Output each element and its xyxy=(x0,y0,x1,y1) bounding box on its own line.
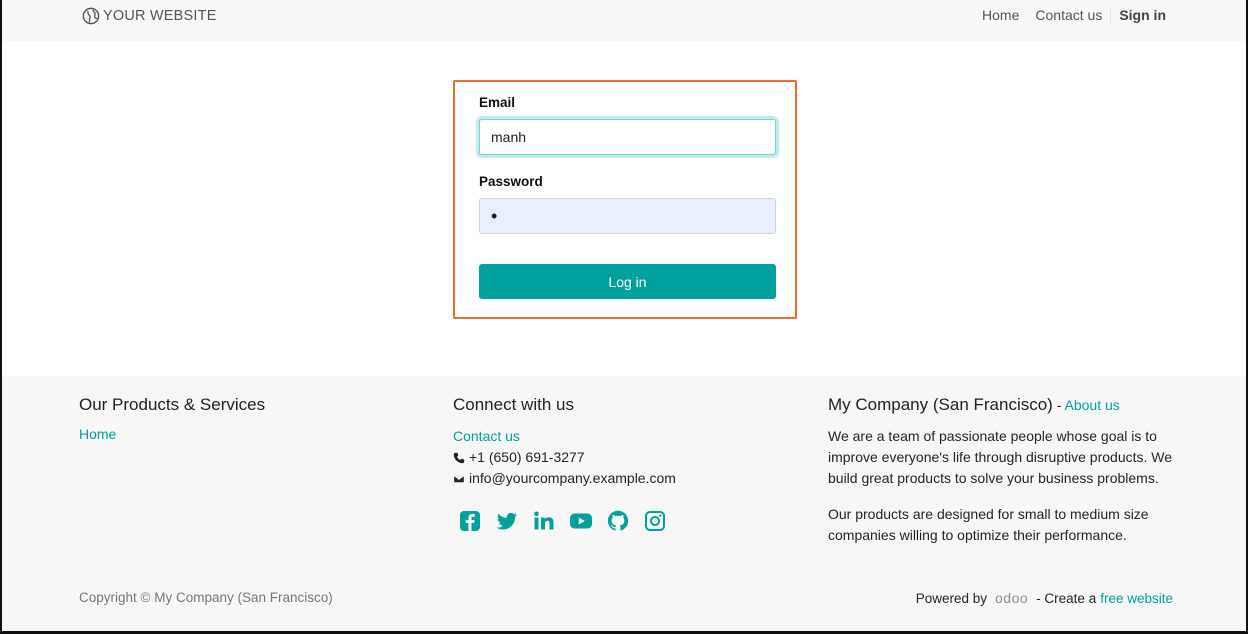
email-label: Email xyxy=(479,95,516,110)
connect-heading: Connect with us xyxy=(453,395,574,414)
nav-home-link[interactable]: Home xyxy=(974,7,1027,23)
company-description: We are a team of passionate people whose… xyxy=(828,428,1173,486)
linkedin-icon[interactable] xyxy=(532,509,556,533)
footer-contact-link[interactable]: Contact us xyxy=(453,426,520,447)
email-line: info@yourcompany.example.com xyxy=(453,468,676,489)
powered-by: Powered by odoo - Create a free website xyxy=(916,590,1173,606)
envelope-icon xyxy=(453,474,465,483)
odoo-logo[interactable]: odoo xyxy=(995,590,1028,606)
powered-middle: - Create a xyxy=(1036,590,1097,606)
footer-home-link[interactable]: Home xyxy=(79,426,116,442)
heading-separator: - xyxy=(1052,397,1065,413)
password-field[interactable] xyxy=(479,198,776,234)
sign-in-link[interactable]: Sign in xyxy=(1110,7,1166,23)
phone-line: +1 (650) 691-3277 xyxy=(453,447,676,468)
nav-contact-link[interactable]: Contact us xyxy=(1027,7,1110,23)
copyright-text: Copyright © My Company (San Francisco) xyxy=(79,590,333,605)
phone-icon xyxy=(453,452,465,463)
github-icon[interactable] xyxy=(606,509,630,533)
company-target: Our products are designed for small to m… xyxy=(828,506,1149,543)
instagram-icon[interactable] xyxy=(643,509,667,533)
email-address: info@yourcompany.example.com xyxy=(469,470,676,486)
facebook-icon[interactable] xyxy=(458,509,482,533)
products-heading: Our Products & Services xyxy=(79,395,266,414)
log-in-button[interactable]: Log in xyxy=(479,264,776,299)
company-name: My Company (San Francisco) xyxy=(828,395,1053,414)
email-field[interactable] xyxy=(479,119,776,155)
password-label: Password xyxy=(479,174,543,189)
social-links xyxy=(458,509,676,533)
footer: Our Products & Services Home Connect wit… xyxy=(0,376,1248,634)
twitter-icon[interactable] xyxy=(495,509,519,533)
youtube-icon[interactable] xyxy=(569,509,593,533)
footer-connect-column: Connect with us Contact us +1 (650) 691-… xyxy=(453,394,676,533)
phone-number: +1 (650) 691-3277 xyxy=(469,449,585,465)
globe-icon xyxy=(82,7,100,25)
main-nav: Home Contact us Sign in xyxy=(974,0,1166,30)
powered-prefix: Powered by xyxy=(915,590,988,606)
footer-products-column: Our Products & Services Home xyxy=(79,394,265,442)
login-form: Email Password Log in xyxy=(453,80,797,319)
footer-company-column: My Company (San Francisco) - About us We… xyxy=(828,394,1173,561)
top-navbar: YOUR WEBSITE Home Contact us Sign in xyxy=(0,0,1248,41)
brand-name: YOUR WEBSITE xyxy=(103,8,217,24)
brand-logo[interactable]: YOUR WEBSITE xyxy=(82,6,217,26)
about-us-link[interactable]: About us xyxy=(1065,397,1120,413)
company-heading: My Company (San Francisco) - About us xyxy=(828,394,1173,416)
free-website-link[interactable]: free website xyxy=(1100,591,1173,606)
